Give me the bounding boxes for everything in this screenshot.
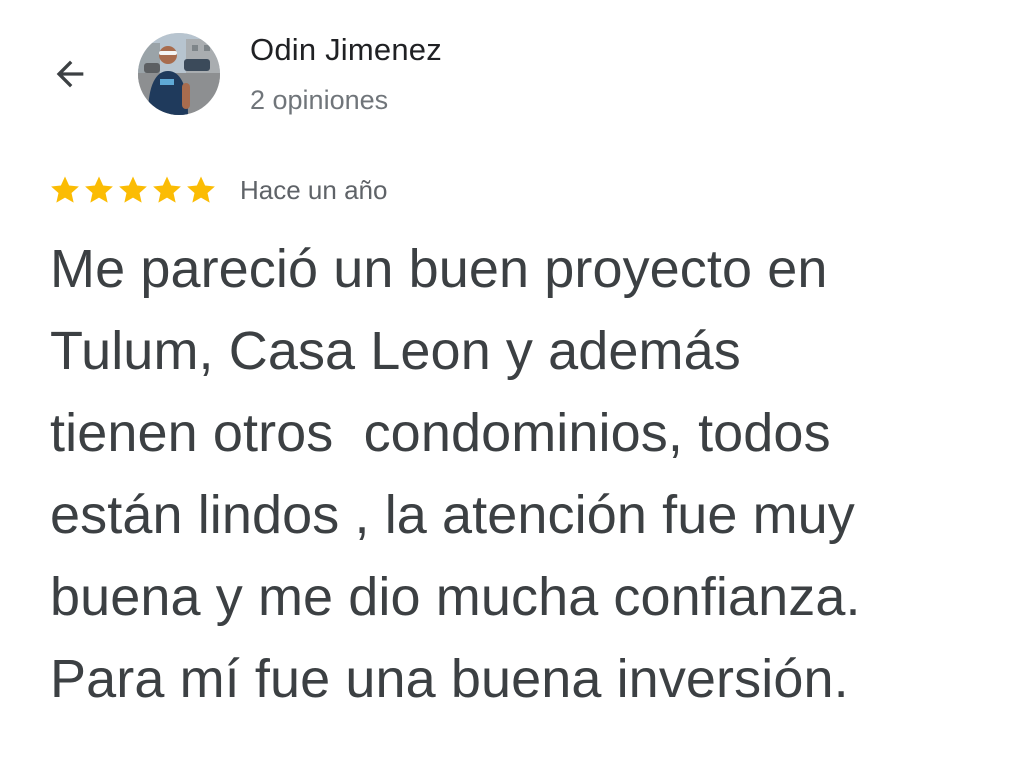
reviewer-review-count: 2 opiniones xyxy=(250,85,389,115)
review-date: Hace un año xyxy=(240,174,388,205)
star-icon xyxy=(187,176,215,203)
review-text: Me pareció un buen proyecto en Tulum, Ca… xyxy=(50,239,861,709)
reviewer-name[interactable]: Odin Jimenez xyxy=(250,32,442,68)
review-card: Odin Jimenez 2 opiniones Hace un año Me … xyxy=(0,0,1024,758)
star-icon xyxy=(51,176,79,203)
profile-photo xyxy=(138,33,220,115)
star-rating xyxy=(48,173,218,207)
back-button[interactable] xyxy=(44,48,96,100)
avatar[interactable] xyxy=(138,33,220,115)
star-icon xyxy=(119,176,147,203)
arrow-left-icon xyxy=(56,60,84,88)
rating-row: Hace un año xyxy=(48,170,387,210)
star-icon xyxy=(85,176,113,203)
star-icon xyxy=(153,176,181,203)
